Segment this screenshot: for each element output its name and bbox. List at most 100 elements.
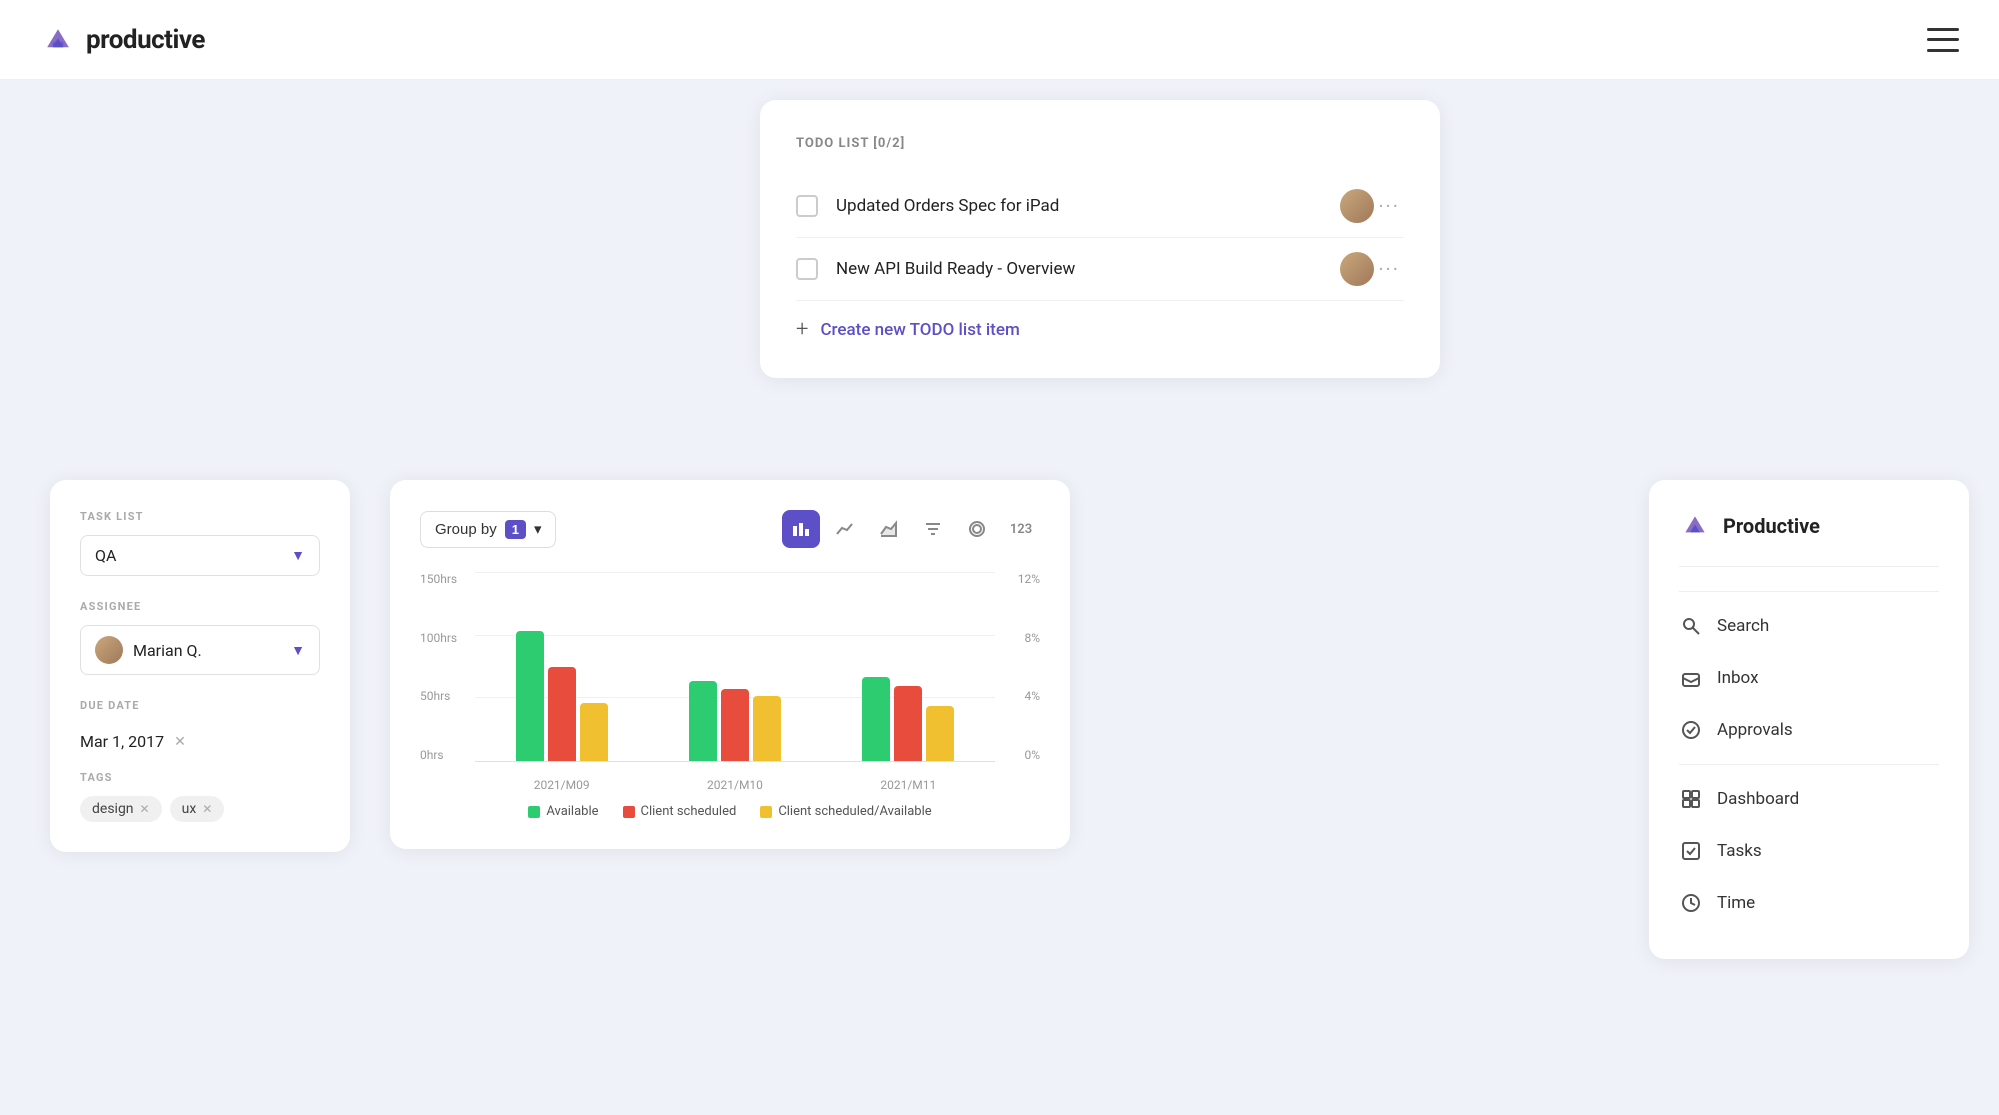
hamburger-line-3: [1927, 49, 1959, 52]
sidebar-logo-text: Productive: [1723, 514, 1820, 538]
tag-ux: ux ✕: [170, 796, 225, 822]
group-by-badge: 1: [505, 520, 526, 539]
dropdown-arrow-icon: ▼: [291, 642, 305, 659]
sidebar-item-search[interactable]: Search: [1679, 600, 1939, 652]
chart-area-view-button[interactable]: [870, 510, 908, 548]
sidebar-item-label: Approvals: [1717, 720, 1793, 740]
assignee-row: Marian Q.: [95, 636, 202, 664]
chart-view-controls: 123: [782, 510, 1040, 548]
tasks-icon: [1679, 839, 1703, 863]
legend-client-scheduled-label: Client scheduled: [641, 804, 737, 819]
create-todo-label: Create new TODO list item: [820, 320, 1019, 340]
bar-group1-client-scheduled-available: [580, 703, 608, 761]
bar-group3-client-scheduled-available: [926, 706, 954, 761]
y-axis-label-50: 50hrs: [420, 689, 470, 703]
hamburger-line-2: [1927, 38, 1959, 41]
tags-label: TAGS: [80, 771, 320, 784]
due-date-clear-button[interactable]: ✕: [174, 734, 186, 750]
chart-header: Group by 1 ▾: [420, 510, 1040, 548]
y-axis-label-150: 150hrs: [420, 572, 470, 586]
table-row: New API Build Ready - Overview ···: [796, 238, 1404, 301]
todo-checkbox-1[interactable]: [796, 195, 818, 217]
legend-available-label: Available: [546, 804, 598, 819]
sidebar-item-dashboard[interactable]: Dashboard: [1679, 773, 1939, 825]
todo-item-text-1: Updated Orders Spec for iPad: [836, 196, 1340, 216]
chart-area: 150hrs 100hrs 50hrs 0hrs 12% 8% 4% 0%: [420, 572, 1040, 792]
header: productive: [0, 0, 1999, 80]
chart-filter-view-button[interactable]: [914, 510, 952, 548]
sidebar-logo: Productive: [1679, 510, 1939, 567]
chart-number-view-button[interactable]: 123: [1002, 510, 1040, 548]
y-axis-right-8: 8%: [1000, 631, 1040, 645]
x-label-1: 2021/M09: [534, 778, 590, 792]
x-label-3: 2021/M11: [880, 778, 936, 792]
main-content: TODO LIST [0/2] Updated Orders Spec for …: [0, 80, 1999, 1115]
chart-line-view-button[interactable]: [826, 510, 864, 548]
filter-icon: [924, 520, 942, 538]
task-list-dropdown[interactable]: QA ▼: [80, 535, 320, 576]
logo-icon: [40, 22, 76, 58]
bar-group3-available: [862, 677, 890, 761]
todo-more-button-1[interactable]: ···: [1374, 194, 1404, 218]
bar-group-1: [516, 631, 608, 761]
bar-group-2: [689, 681, 781, 761]
tag-design: design ✕: [80, 796, 162, 822]
sidebar-item-label: Dashboard: [1717, 789, 1799, 809]
legend-available-dot: [528, 806, 540, 818]
dropdown-arrow-icon: ▼: [291, 547, 305, 564]
legend-client-scheduled: Client scheduled: [623, 804, 737, 819]
y-axis-label-100: 100hrs: [420, 631, 470, 645]
table-row: Updated Orders Spec for iPad ···: [796, 175, 1404, 238]
group-by-arrow-icon: ▾: [534, 520, 542, 538]
todo-card: TODO LIST [0/2] Updated Orders Spec for …: [760, 100, 1440, 378]
area-chart-icon: [880, 520, 898, 538]
sidebar-item-approvals[interactable]: Approvals: [1679, 704, 1939, 756]
x-label-2: 2021/M10: [707, 778, 763, 792]
sidebar-logo-icon: [1679, 510, 1711, 542]
todo-title: TODO LIST [0/2]: [796, 136, 1404, 151]
tag-design-text: design: [92, 801, 134, 817]
sidebar-item-label: Search: [1717, 616, 1769, 636]
approvals-icon: [1679, 718, 1703, 742]
avatar: [1340, 189, 1374, 223]
hamburger-line-1: [1927, 28, 1959, 31]
line-chart-icon: [836, 520, 854, 538]
sidebar-item-label: Tasks: [1717, 841, 1762, 861]
bar-group2-client-scheduled: [721, 689, 749, 761]
hamburger-button[interactable]: [1927, 28, 1959, 52]
dashboard-icon: [1679, 787, 1703, 811]
right-sidebar: Productive Search Inbox Approvals: [1649, 480, 1969, 959]
logo: productive: [40, 22, 205, 58]
todo-checkbox-2[interactable]: [796, 258, 818, 280]
bar-group-3: [862, 677, 954, 761]
search-icon: [1679, 614, 1703, 638]
logo-text: productive: [86, 25, 205, 55]
y-axis-right-12: 12%: [1000, 572, 1040, 586]
sidebar-item-time[interactable]: Time: [1679, 877, 1939, 929]
group-by-button[interactable]: Group by 1 ▾: [420, 511, 556, 548]
chart-donut-view-button[interactable]: [958, 510, 996, 548]
due-date-value: Mar 1, 2017 ✕: [80, 732, 320, 751]
sidebar-item-tasks[interactable]: Tasks: [1679, 825, 1939, 877]
tag-design-remove-button[interactable]: ✕: [140, 802, 150, 816]
tags-container: design ✕ ux ✕: [80, 796, 320, 822]
due-date-label: DUE DATE: [80, 699, 320, 712]
assignee-dropdown[interactable]: Marian Q. ▼: [80, 625, 320, 675]
number-label: 123: [1010, 522, 1032, 537]
tag-ux-remove-button[interactable]: ✕: [202, 802, 212, 816]
avatar: [1340, 252, 1374, 286]
donut-chart-icon: [968, 520, 986, 538]
task-list-label: TASK LIST: [80, 510, 320, 523]
chart-bars-area: [475, 572, 995, 762]
todo-more-button-2[interactable]: ···: [1374, 257, 1404, 281]
sidebar-item-inbox[interactable]: Inbox: [1679, 652, 1939, 704]
y-axis-label-0: 0hrs: [420, 748, 470, 762]
todo-item-text-2: New API Build Ready - Overview: [836, 259, 1340, 279]
legend-client-scheduled-dot: [623, 806, 635, 818]
bar-group2-available: [689, 681, 717, 761]
chart-legend: Available Client scheduled Client schedu…: [420, 804, 1040, 819]
chart-bar-view-button[interactable]: [782, 510, 820, 548]
assignee-avatar: [95, 636, 123, 664]
create-todo-button[interactable]: + Create new TODO list item: [796, 317, 1404, 342]
sidebar-item-label: Inbox: [1717, 668, 1759, 688]
